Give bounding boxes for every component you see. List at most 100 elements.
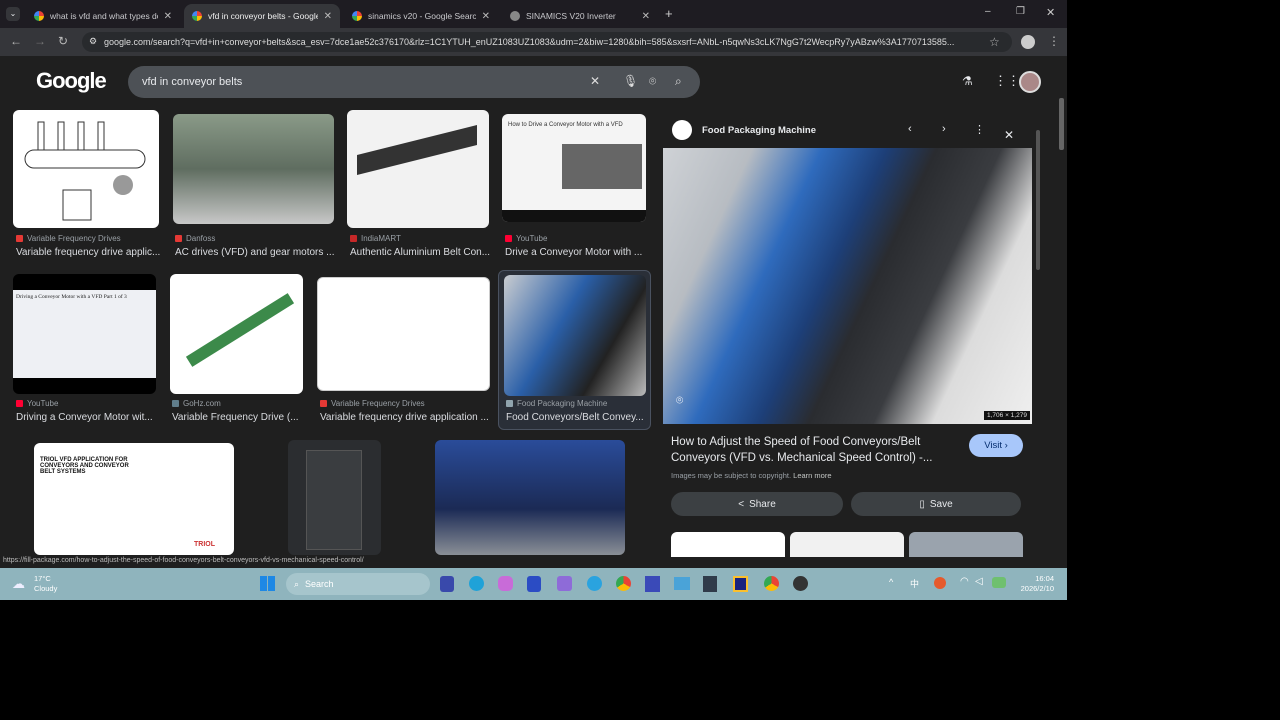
result-caption-0[interactable]: Variable Frequency Drives Variable freque… xyxy=(16,234,160,258)
result-caption-5[interactable]: GoHz.com Variable Frequency Drive (... xyxy=(172,399,299,423)
learn-more-link[interactable]: Learn more xyxy=(793,471,831,480)
share-button[interactable]: < Share xyxy=(671,492,843,516)
new-tab-button[interactable]: + xyxy=(665,6,673,21)
menu-icon[interactable]: ⋮ xyxy=(1048,34,1060,48)
taskbar-search[interactable]: ⌕ Search xyxy=(286,573,430,595)
result-image-8[interactable]: TRIOL VFD APPLICATION FOR CONVEYORS AND … xyxy=(34,443,234,555)
google-logo[interactable]: Google xyxy=(36,68,107,94)
taskbar-app-icon[interactable] xyxy=(557,576,572,591)
search-input[interactable]: vfd in conveyor belts ✕ 🎙 ⌾ ⌕ xyxy=(128,66,700,98)
bookmark-star-icon[interactable]: ☆ xyxy=(989,35,1000,49)
globe-icon xyxy=(510,11,520,21)
visit-button[interactable]: Visit › xyxy=(969,434,1023,457)
result-image-1[interactable] xyxy=(173,114,334,224)
tab-search-button[interactable]: ⌄ xyxy=(6,7,20,21)
reload-icon[interactable]: ↻ xyxy=(58,34,68,48)
result-caption-3[interactable]: YouTube Drive a Conveyor Motor with ... xyxy=(505,234,642,258)
labs-icon[interactable]: ⚗ xyxy=(962,74,973,88)
result-image-9[interactable] xyxy=(288,440,381,555)
chrome-profile-icon[interactable] xyxy=(764,576,779,591)
preview-image[interactable] xyxy=(663,148,1032,424)
taskbar: ☁ 17°C Cloudy ⌕ Search ^ 中 ◠ ◁ 16:04 2026/2… xyxy=(0,568,1067,600)
profile-avatar[interactable] xyxy=(1021,35,1035,49)
tab-3[interactable]: SINAMICS V20 Inverter ✕ xyxy=(502,4,658,28)
lens-search-icon[interactable]: ⌾ xyxy=(676,393,683,408)
site-info-icon[interactable]: ⚙ xyxy=(89,36,97,47)
taskbar-app-icon[interactable] xyxy=(674,577,690,590)
conveyor-diagram-image xyxy=(24,121,146,221)
result-caption-7[interactable]: Food Packaging Machine Food Conveyors/Bel… xyxy=(506,399,644,423)
result-image-6[interactable] xyxy=(317,277,490,391)
forward-icon[interactable]: → xyxy=(34,34,46,48)
clear-icon[interactable]: ✕ xyxy=(590,74,600,88)
show-hidden-icons[interactable]: ^ xyxy=(889,577,893,587)
volume-icon[interactable]: ◁ xyxy=(975,576,983,587)
result-image-3[interactable]: How to Drive a Conveyor Motor with a VFD xyxy=(502,114,646,222)
weather-widget[interactable]: 17°C Cloudy xyxy=(34,574,57,594)
previous-icon[interactable]: ‹ xyxy=(908,123,912,135)
page-scrollbar[interactable] xyxy=(1059,98,1064,150)
search-icon[interactable]: ⌕ xyxy=(675,74,682,89)
result-caption-4[interactable]: YouTube Driving a Conveyor Motor wit... xyxy=(16,399,153,423)
obs-icon[interactable] xyxy=(793,576,808,591)
taskbar-app-icon[interactable] xyxy=(440,576,454,592)
related-image[interactable] xyxy=(671,532,785,560)
edge-icon[interactable] xyxy=(469,576,484,591)
close-tab-icon[interactable]: ✕ xyxy=(324,11,332,22)
close-tab-icon[interactable]: ✕ xyxy=(164,11,172,22)
result-caption-6[interactable]: Variable Frequency Drives Variable freque… xyxy=(320,399,489,423)
back-icon[interactable]: ← xyxy=(10,34,22,48)
close-icon[interactable]: ✕ xyxy=(1004,128,1014,142)
result-image-5[interactable] xyxy=(170,274,303,394)
next-icon[interactable]: › xyxy=(942,123,946,135)
result-image-10[interactable] xyxy=(435,440,625,555)
weather-icon[interactable]: ☁ xyxy=(12,576,25,592)
panel-source[interactable]: Food Packaging Machine xyxy=(702,125,816,136)
copilot-icon[interactable] xyxy=(498,576,513,591)
lens-icon[interactable]: ⌾ xyxy=(649,74,656,89)
related-image[interactable] xyxy=(790,532,904,560)
apps-grid-icon[interactable]: ⋮⋮ xyxy=(994,73,1020,89)
result-image-4[interactable]: Driving a Conveyor Motor with a VFD Part… xyxy=(13,274,156,394)
taskbar-app-icon[interactable] xyxy=(733,576,748,592)
bookmark-icon: ▯ xyxy=(919,498,925,510)
related-image[interactable] xyxy=(909,532,1023,560)
google-icon xyxy=(352,11,362,21)
chrome-icon[interactable] xyxy=(616,576,631,591)
image-preview-panel: Food Packaging Machine ‹ › ⋮ ✕ ⌾ 1,706 ×… xyxy=(662,118,1034,560)
tab-1[interactable]: vfd in conveyor belts - Google ✕ xyxy=(184,4,340,28)
clock[interactable]: 16:04 2026/2/10 xyxy=(1020,574,1054,594)
panel-scrollbar[interactable] xyxy=(1036,130,1040,270)
telegram-icon[interactable] xyxy=(587,576,602,591)
save-button[interactable]: ▯ Save xyxy=(851,492,1021,516)
tab-2[interactable]: sinamics v20 - Google Search ✕ xyxy=(344,4,498,28)
result-caption-2[interactable]: IndiaMART Authentic Aluminium Belt Con... xyxy=(350,234,490,258)
source-favicon xyxy=(672,120,692,140)
microphone-icon[interactable]: 🎙 xyxy=(623,74,638,88)
taskbar-app-icon[interactable] xyxy=(527,576,541,592)
close-window-button[interactable]: ✕ xyxy=(1046,6,1055,19)
tray-app-icon[interactable] xyxy=(934,577,946,589)
result-image-0[interactable] xyxy=(13,110,159,228)
input-method-icon[interactable]: 中 xyxy=(910,577,919,590)
windows-start-icon[interactable] xyxy=(260,576,275,591)
maximize-button[interactable]: ❐ xyxy=(1016,6,1025,17)
more-options-icon[interactable]: ⋮ xyxy=(974,123,985,136)
panel-title-link[interactable]: How to Adjust the Speed of Food Conveyor… xyxy=(671,434,951,466)
screen: ⌄ what is vfd and what types doe ✕ vfd in… xyxy=(0,0,1067,600)
taskbar-app-icon[interactable] xyxy=(645,576,660,592)
result-image-2[interactable] xyxy=(347,110,489,228)
result-caption-1[interactable]: Danfoss AC drives (VFD) and gear motors .… xyxy=(175,234,335,258)
tab-bar: ⌄ what is vfd and what types doe ✕ vfd in… xyxy=(0,0,1067,28)
battery-icon[interactable] xyxy=(992,577,1006,588)
account-avatar[interactable] xyxy=(1019,71,1041,93)
image-dimensions: 1,706 × 1,279 xyxy=(984,411,1030,420)
close-tab-icon[interactable]: ✕ xyxy=(482,11,490,22)
minimize-button[interactable]: – xyxy=(985,6,991,17)
taskbar-app-icon[interactable] xyxy=(703,576,717,592)
close-tab-icon[interactable]: ✕ xyxy=(642,11,650,22)
url-input[interactable]: ⚙ google.com/search?q=vfd+in+conveyor+bel… xyxy=(82,32,1012,52)
google-icon xyxy=(34,11,44,21)
tab-0[interactable]: what is vfd and what types doe ✕ xyxy=(26,4,180,28)
wifi-icon[interactable]: ◠ xyxy=(960,576,969,587)
